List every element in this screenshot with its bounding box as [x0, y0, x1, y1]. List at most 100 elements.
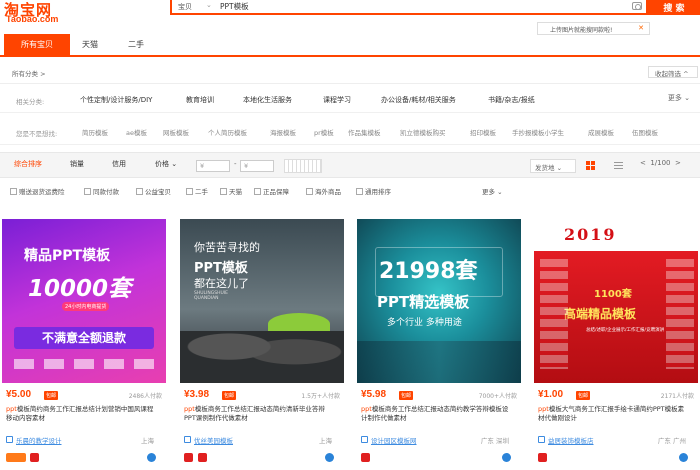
sort-credit[interactable]: 信用	[112, 159, 126, 169]
black-umbrellas-image	[180, 331, 344, 383]
filter-checkbox-row: 赠送退货运费险 同款付款 公益宝贝 二手 天猫 正品保障 海外商品 通用排序 更…	[0, 182, 700, 202]
product-image[interactable]: 精品PPT模板 10000套 24小时内电商提货 不满意全额退款	[2, 219, 166, 383]
suggestion-item[interactable]: 凯立德模板购买	[400, 127, 446, 137]
image-subtext: 总结/述职/企业展示/工作汇报/竞聘演讲	[586, 328, 665, 333]
product-price: ¥5.98	[361, 389, 387, 400]
suggestion-item[interactable]: 简历模板	[82, 127, 108, 137]
gold-seller-icon	[6, 453, 26, 462]
checkbox-free-return[interactable]: 赠送退货运费险	[10, 186, 65, 196]
search-button[interactable]: 搜 索	[648, 0, 700, 15]
tab-secondhand[interactable]: 二手	[128, 34, 144, 55]
related-category-item[interactable]: 本地化生活服务	[243, 95, 292, 105]
breadcrumb[interactable]: 所有分类 >	[12, 68, 46, 78]
price-min-input[interactable]: ¥	[196, 160, 230, 172]
checkbox[interactable]	[10, 188, 17, 195]
related-category-item[interactable]: 个性定制/设计服务/DIY	[80, 95, 152, 105]
product-image[interactable]: 2019 1100套 高端精品模板 总结/述职/企业展示/工作汇报/竞聘演讲	[534, 219, 698, 383]
checkbox[interactable]	[306, 188, 313, 195]
free-shipping-badge: 包邮	[576, 391, 591, 400]
more-categories-button[interactable]: 更多 ⌄	[668, 93, 690, 103]
checkbox-overseas[interactable]: 海外商品	[306, 186, 341, 196]
sort-bar: 综合排序 销量 信用 价格 ⌄ ¥ - ¥ 发货地 ⌄ < 1/100 >	[0, 152, 700, 178]
shop-row: 设计园区模板网 广东 深圳	[361, 435, 517, 447]
checkbox-label: 海外商品	[315, 188, 341, 196]
checkbox[interactable]	[356, 188, 363, 195]
suggestion-item[interactable]: 海报模板	[270, 127, 296, 137]
product-image[interactable]: 21998套 PPT精选模板 多个行业 多种用途	[357, 219, 521, 383]
checkbox-same-pay[interactable]: 同款付款	[84, 186, 119, 196]
checkbox-tmall[interactable]: 天猫	[220, 186, 242, 196]
taobao-logo[interactable]: 淘宝网 Taobao.com	[4, 1, 74, 26]
checkbox[interactable]	[136, 188, 143, 195]
suggestion-item[interactable]: 招印模板	[470, 127, 496, 137]
next-page-button[interactable]: >	[675, 159, 681, 167]
sort-price[interactable]: 价格 ⌄	[155, 159, 177, 169]
chat-icon[interactable]	[325, 453, 334, 462]
related-category-item[interactable]: 书籍/杂志/报纸	[488, 95, 535, 105]
suggestion-item[interactable]: 网板模板	[163, 127, 189, 137]
checkbox-label: 通用排序	[365, 188, 391, 196]
product-image[interactable]: 你苦苦寻找的 PPT模板 都在这儿了 SHULINGSHUIE QUANDIAN	[180, 219, 344, 383]
chat-icon[interactable]	[502, 453, 511, 462]
product-title[interactable]: ppt模板商务工作总结汇报动态简约教学答辩模板设计制作代做素材	[361, 405, 511, 431]
suggestion-item[interactable]: 作品集模板	[348, 127, 381, 137]
collapse-filters-button[interactable]: 收起筛选 ^	[648, 66, 698, 78]
tab-all-items[interactable]: 所有宝贝	[4, 34, 70, 55]
suggestion-item[interactable]: 伍图模板	[632, 127, 658, 137]
shop-name-link[interactable]: 设计园区模板网	[371, 435, 417, 445]
search-category-select[interactable]: 宝贝	[178, 2, 192, 12]
checkbox[interactable]	[220, 188, 227, 195]
list-view-icon[interactable]	[614, 161, 623, 170]
prev-page-button[interactable]: <	[640, 159, 646, 167]
checkbox-genuine[interactable]: 正品保障	[254, 186, 289, 196]
price-max-input[interactable]: ¥	[240, 160, 274, 172]
suggestion-item[interactable]: pr模板	[314, 127, 334, 137]
related-category-item[interactable]: 教育培训	[186, 95, 214, 105]
more-filters-button[interactable]: 更多 ⌄	[482, 186, 503, 196]
shop-name-link[interactable]: 乐晨的教学设计	[16, 435, 62, 445]
price-slider-icon[interactable]	[284, 159, 322, 173]
grid-view-icon[interactable]	[586, 161, 595, 170]
search-input[interactable]	[220, 1, 620, 12]
service-badge-icon	[361, 453, 370, 462]
tab-tmall[interactable]: 天猫	[82, 34, 98, 55]
suggestion-item[interactable]: 手抄报模板小学生	[512, 127, 564, 137]
checkbox[interactable]	[186, 188, 193, 195]
suggestion-item[interactable]: 个人简历模板	[208, 127, 247, 137]
related-category-row: 相关分类: 个性定制/设计服务/DIY 教育培训 本地化生活服务 课程学习 办公…	[0, 85, 700, 113]
ship-from-select[interactable]: 发货地 ⌄	[530, 159, 576, 173]
product-card[interactable]: 21998套 PPT精选模板 多个行业 多种用途 ¥5.98 包邮 7000+人…	[357, 219, 521, 470]
product-title[interactable]: ppt模板简约商务工作汇报总结计划营销中国风课程移动内容素材	[6, 405, 156, 431]
checkbox-label: 正品保障	[263, 188, 289, 196]
title-highlight: ppt	[361, 405, 372, 413]
product-card[interactable]: 精品PPT模板 10000套 24小时内电商提货 不满意全额退款 ¥5.00 包…	[2, 219, 166, 470]
product-title[interactable]: ppt模板商务工作总结汇报动态简约清新毕业答辩PPT课例制作代做素材	[184, 405, 334, 431]
checkbox[interactable]	[254, 188, 261, 195]
related-category-item[interactable]: 办公设备/耗材/相关服务	[381, 95, 456, 105]
checkbox-secondhand[interactable]: 二手	[186, 186, 208, 196]
checkbox-label: 公益宝贝	[145, 188, 171, 196]
product-price: ¥1.00	[538, 389, 564, 400]
sort-sales[interactable]: 销量	[70, 159, 84, 169]
service-badge-icon	[198, 453, 207, 462]
product-title[interactable]: ppt模板大气商务工作汇报手绘卡通简约PPT模板素材代做刚设计	[538, 405, 688, 431]
service-badge-icon	[538, 453, 547, 462]
image-headline: 高端精品模板	[564, 307, 637, 321]
chat-icon[interactable]	[147, 453, 156, 462]
product-card[interactable]: 2019 1100套 高端精品模板 总结/述职/企业展示/工作汇报/竞聘演讲 ¥…	[534, 219, 698, 470]
camera-icon[interactable]	[632, 2, 642, 10]
shop-name-link[interactable]: 益居装饰模板店	[548, 435, 594, 445]
shop-name-link[interactable]: 优丝美园模板	[194, 435, 233, 445]
chat-icon[interactable]	[679, 453, 688, 462]
checkbox-label: 赠送退货运费险	[19, 188, 65, 196]
suggestion-item[interactable]: ae模板	[126, 127, 147, 137]
related-category-item[interactable]: 课程学习	[323, 95, 351, 105]
checkbox-generic-sort[interactable]: 通用排序	[356, 186, 391, 196]
checkbox[interactable]	[84, 188, 91, 195]
price-row: ¥1.00 包邮 2171人付款	[538, 389, 698, 403]
sort-default[interactable]: 综合排序	[14, 159, 42, 169]
product-card[interactable]: 你苦苦寻找的 PPT模板 都在这儿了 SHULINGSHUIE QUANDIAN…	[180, 219, 344, 470]
checkbox-charity[interactable]: 公益宝贝	[136, 186, 171, 196]
image-count: 21998套	[379, 259, 478, 284]
suggestion-item[interactable]: 成展模板	[588, 127, 614, 137]
